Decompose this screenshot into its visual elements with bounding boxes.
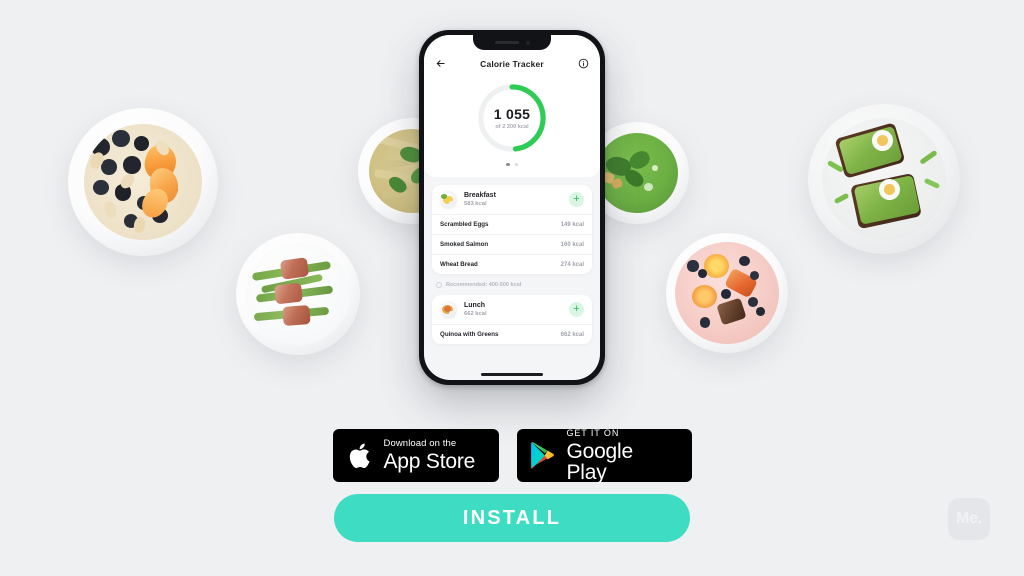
food-kcal: 662 kcal <box>560 331 584 338</box>
meal-list: Breakfast 583 kcal + Scrambled Eggs 149 … <box>424 177 600 345</box>
meal-name: Breakfast <box>464 192 496 200</box>
recommendation-row: Recommended: 400-500 kcal <box>432 274 592 295</box>
food-photo-oatmeal-bowl <box>68 108 218 256</box>
food-photo-bacon-asparagus <box>236 233 360 355</box>
recommendation-icon <box>436 282 442 289</box>
badge-small-text: GET IT ON <box>566 427 620 438</box>
calorie-ring-card: 1 055 of 2 200 kcal <box>424 74 600 178</box>
meal-name: Lunch <box>464 302 485 310</box>
meal-header[interactable]: Lunch 662 kcal + <box>432 295 592 324</box>
food-kcal: 160 kcal <box>560 241 584 248</box>
phone-notch <box>473 35 551 50</box>
food-name: Wheat Bread <box>440 261 478 269</box>
badge-small-text: Download on the <box>383 437 457 449</box>
pager-dot-2[interactable] <box>514 163 518 167</box>
calorie-value: 1 055 <box>493 106 531 122</box>
food-name: Scrambled Eggs <box>440 221 489 229</box>
food-name: Quinoa with Greens <box>440 331 499 339</box>
pasta-bowl-thumb-icon <box>440 301 457 319</box>
recommendation-text: Recommended: 400-500 kcal <box>446 282 522 289</box>
food-kcal: 274 kcal <box>560 261 584 268</box>
plus-icon[interactable]: + <box>569 192 584 208</box>
store-badges: Download on the App Store GET IT ON Goog… <box>0 427 1024 484</box>
install-button[interactable]: INSTALL <box>334 494 690 542</box>
brand-watermark: Me. <box>948 498 990 540</box>
pager-dot-1[interactable] <box>506 163 510 167</box>
meal-header[interactable]: Breakfast 583 kcal + <box>432 185 592 214</box>
google-play-logo-icon <box>530 441 557 471</box>
calorie-progress-ring: 1 055 of 2 200 kcal <box>475 81 549 155</box>
calorie-goal-label: of 2 200 kcal <box>495 124 529 130</box>
page-title: Calorie Tracker <box>480 59 544 69</box>
phone-screen: Calorie Tracker 1 055 of 2 200 kcal Brea… <box>424 35 600 380</box>
info-circle-icon[interactable] <box>578 58 589 69</box>
food-photo-avocado-toast <box>808 104 960 254</box>
google-play-badge[interactable]: GET IT ON Google Play <box>516 427 692 484</box>
food-row[interactable]: Scrambled Eggs 149 kcal <box>432 214 592 234</box>
badge-big-text: App Store <box>383 450 476 474</box>
apple-logo-icon <box>347 440 374 472</box>
plus-icon[interactable]: + <box>569 302 584 318</box>
home-indicator <box>481 373 543 376</box>
promo-stage: Calorie Tracker 1 055 of 2 200 kcal Brea… <box>0 0 1024 576</box>
food-row[interactable]: Quinoa with Greens 662 kcal <box>432 324 592 344</box>
arrow-left-icon[interactable] <box>435 58 446 69</box>
app-store-badge[interactable]: Download on the App Store <box>332 429 499 482</box>
meal-card-lunch: Lunch 662 kcal + Quinoa with Greens 662 … <box>432 295 592 345</box>
earpiece-speaker <box>494 41 519 44</box>
food-kcal: 149 kcal <box>560 221 584 228</box>
meal-card-breakfast: Breakfast 583 kcal + Scrambled Eggs 149 … <box>432 185 592 275</box>
carousel-pager[interactable] <box>506 163 518 167</box>
meal-kcal: 583 kcal <box>464 200 487 207</box>
front-camera <box>525 40 530 45</box>
food-photo-smoothie-bowl <box>666 233 788 353</box>
food-name: Smoked Salmon <box>440 241 489 249</box>
phone-mockup: Calorie Tracker 1 055 of 2 200 kcal Brea… <box>419 30 605 385</box>
scrambled-eggs-thumb-icon <box>440 191 457 209</box>
meal-kcal: 662 kcal <box>464 310 487 317</box>
badge-big-text: Google Play <box>566 439 633 484</box>
food-row[interactable]: Wheat Bread 274 kcal <box>432 254 592 274</box>
food-row[interactable]: Smoked Salmon 160 kcal <box>432 234 592 254</box>
